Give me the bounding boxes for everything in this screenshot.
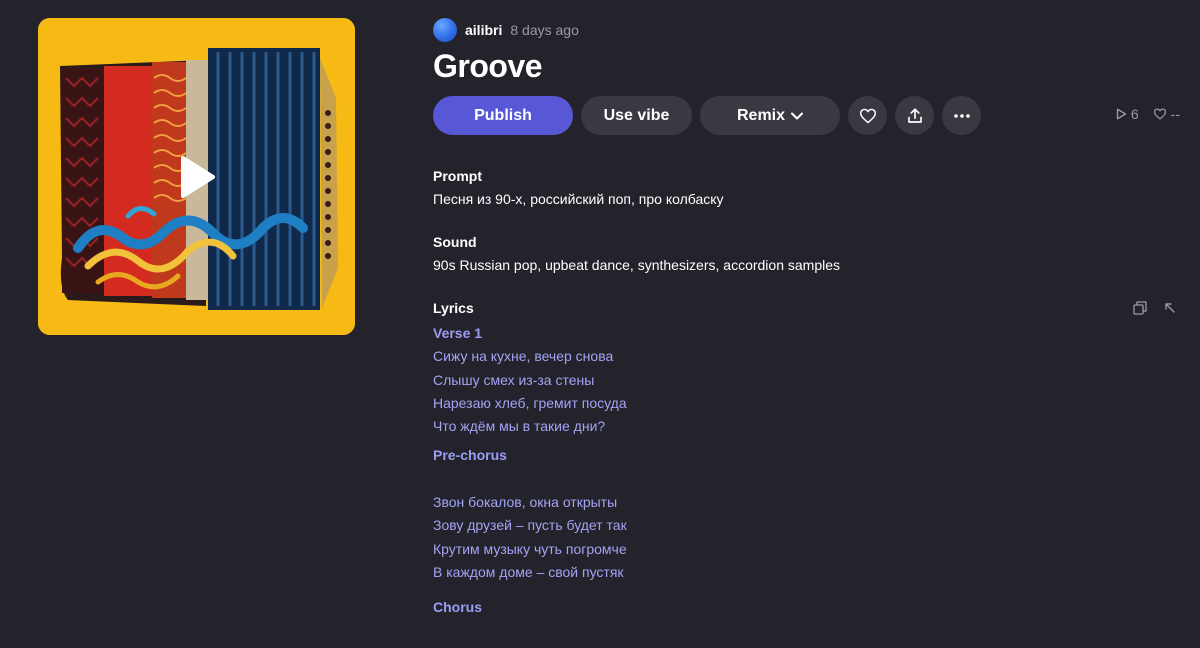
lyrics-line: Что ждём мы в такие дни?: [433, 418, 606, 435]
heart-icon: [859, 108, 876, 123]
lyrics-line-blank: [433, 468, 627, 491]
prompt-text: Песня из 90-х, российский поп, про колба…: [433, 191, 724, 207]
lyrics-section-heading: Verse 1: [433, 325, 483, 341]
play-count-icon: [1116, 108, 1127, 120]
chevron-down-icon: [791, 112, 804, 119]
lyrics-line: Слышу смех из-за стены: [433, 371, 595, 388]
collapse-icon: [1165, 303, 1175, 313]
copy-icon: [1133, 301, 1147, 315]
lyrics-line: Крутим музыку чуть погромче: [433, 540, 627, 557]
use-vibe-label: Use vibe: [603, 106, 670, 124]
remix-label: Remix: [736, 106, 786, 124]
lyrics-body: Verse 1 Сижу на кухне, вечер снова Слышу…: [433, 322, 627, 620]
song-meta: ailibri 8 days ago: [433, 18, 579, 42]
song-title: Groove: [433, 48, 543, 84]
like-count-icon: [1153, 108, 1166, 120]
play-count-value: 6: [1130, 106, 1139, 122]
sound-label: Sound: [433, 234, 477, 250]
action-bar: Publish Use vibe Remix: [433, 96, 981, 135]
lyrics-section-heading: Chorus: [433, 599, 482, 616]
sound-text: 90s Russian pop, upbeat dance, synthesiz…: [433, 257, 841, 273]
prompt-label: Prompt: [433, 168, 482, 184]
lyrics-line: Звон бокалов, окна открыты: [433, 494, 618, 511]
lyrics-label: Lyrics: [433, 300, 474, 316]
like-count: --: [1153, 106, 1180, 122]
author-name[interactable]: ailibri: [465, 22, 502, 38]
more-icon: [953, 113, 970, 118]
cover-art[interactable]: [38, 18, 355, 335]
posted-time: 8 days ago: [510, 22, 579, 38]
collapse-lyrics-button[interactable]: [1162, 300, 1178, 316]
lyrics-section-heading: Pre-chorus: [433, 447, 507, 464]
remix-button[interactable]: Remix: [700, 96, 840, 135]
publish-button[interactable]: Publish: [433, 96, 573, 135]
lyrics-line: В каждом доме – свой пустяк: [433, 563, 624, 580]
use-vibe-button[interactable]: Use vibe: [581, 96, 692, 135]
lyrics-line: Нарезаю хлеб, гремит посуда: [433, 394, 627, 411]
more-button[interactable]: [942, 96, 981, 135]
like-button[interactable]: [848, 96, 887, 135]
like-count-value: --: [1170, 106, 1180, 122]
share-button[interactable]: [895, 96, 934, 135]
avatar[interactable]: [433, 18, 457, 42]
lyrics-tools: [1132, 300, 1178, 316]
play-button[interactable]: [167, 147, 227, 207]
share-icon: [907, 107, 922, 123]
song-stats: 6 --: [1116, 106, 1180, 122]
lyrics-line: Зову друзей – пусть будет так: [433, 517, 627, 534]
copy-lyrics-button[interactable]: [1132, 300, 1148, 316]
lyrics-line: Сижу на кухне, вечер снова: [433, 348, 614, 365]
play-icon: [180, 155, 215, 198]
publish-label: Publish: [474, 106, 532, 124]
play-count: 6: [1116, 106, 1139, 122]
